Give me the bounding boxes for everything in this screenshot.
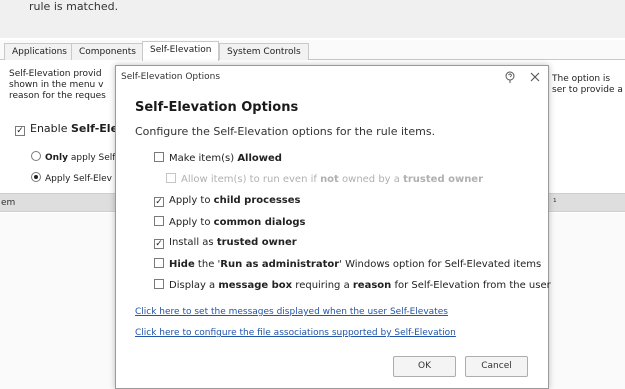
self-elevation-options-dialog: Self-Elevation Options Self-Elevation Op… xyxy=(115,65,551,389)
tab-system-controls[interactable]: System Controls xyxy=(219,43,309,60)
option-label: the ' xyxy=(194,259,221,270)
option-label: Display a xyxy=(169,280,219,291)
option-label-bold: reason xyxy=(352,280,392,291)
radio-only-label: apply Self xyxy=(68,153,116,163)
option-label-bold: trusted owner xyxy=(403,174,484,185)
tab-bar: Applications Components Self-Elevation S… xyxy=(0,40,625,61)
tab-self-elevation[interactable]: Self-Elevation xyxy=(142,41,220,61)
option-label-bold: child processes xyxy=(213,195,301,206)
dialog-title: Self-Elevation Options xyxy=(121,72,221,82)
enable-self-elevation-checkbox[interactable]: ✓ Enable Self-Elev xyxy=(15,122,115,136)
radio-selected-icon[interactable] xyxy=(31,172,41,182)
set-messages-link[interactable]: Click here to set the messages displayed… xyxy=(135,307,448,317)
cancel-button[interactable]: Cancel xyxy=(465,356,528,377)
option-label: requiring a xyxy=(292,280,353,291)
option-label-bold: common dialogs xyxy=(213,217,306,228)
message-box-checkbox[interactable] xyxy=(154,279,164,289)
apply-common-dialogs-option[interactable]: Apply to common dialogs xyxy=(154,216,306,228)
trusted-owner-checkbox[interactable]: ✓ xyxy=(154,239,164,249)
allow-run-not-owned-option: Allow item(s) to run even if not owned b… xyxy=(166,173,483,185)
list-header-left: em xyxy=(1,198,16,208)
description-line: ser to provide a xyxy=(552,85,623,95)
check-icon: ✓ xyxy=(155,197,163,207)
display-message-box-option[interactable]: Display a message box requiring a reason… xyxy=(154,279,551,291)
option-label-bold: message box xyxy=(218,280,293,291)
option-label-bold: trusted owner xyxy=(216,237,297,248)
dialog-subtitle: Configure the Self-Elevation options for… xyxy=(135,125,436,138)
hide-run-as-admin-checkbox[interactable] xyxy=(154,258,164,268)
description-line: Self-Elevation provid xyxy=(9,69,102,79)
tab-applications[interactable]: Applications xyxy=(4,43,75,60)
option-label-bold: Hide xyxy=(169,259,195,270)
enable-label: Enable xyxy=(30,122,71,135)
option-label: ' Windows option for Self-Elevated items xyxy=(339,259,542,270)
option-label: Install as xyxy=(169,237,217,248)
self-elevation-description: Self-Elevation provid shown in the menu … xyxy=(9,69,116,102)
dialog-titlebar[interactable]: Self-Elevation Options xyxy=(116,66,548,88)
allow-run-checkbox xyxy=(166,173,176,183)
make-allowed-checkbox[interactable] xyxy=(154,152,164,162)
help-icon[interactable] xyxy=(504,70,516,84)
option-label-bold: Allowed xyxy=(237,153,282,164)
self-elevation-description-right: The option is ser to provide a xyxy=(552,74,625,96)
option-label: Make item(s) xyxy=(169,153,238,164)
radio-apply-label: Apply Self-Elev xyxy=(45,174,112,184)
option-label-bold: Run as administrator xyxy=(220,259,340,270)
rule-matched-text: rule is matched. xyxy=(29,0,119,13)
background-header: rule is matched. xyxy=(0,0,625,38)
option-label: Apply to xyxy=(169,195,214,206)
checkbox-box[interactable]: ✓ xyxy=(15,126,25,136)
option-label: Allow item(s) to run even if xyxy=(181,174,321,185)
tab-components[interactable]: Components xyxy=(71,43,144,60)
file-associations-link[interactable]: Click here to configure the file associa… xyxy=(135,328,456,338)
make-allowed-option[interactable]: Make item(s) Allowed xyxy=(154,152,282,164)
dialog-heading: Self-Elevation Options xyxy=(135,100,299,115)
description-line: The option is xyxy=(552,74,611,84)
check-icon: ✓ xyxy=(155,239,163,249)
radio-only-apply[interactable]: Only apply Self xyxy=(31,151,116,163)
install-trusted-owner-option[interactable]: ✓ Install as trusted owner xyxy=(154,237,297,249)
close-icon[interactable] xyxy=(529,71,541,83)
enable-label-bold: Self-Elev xyxy=(70,122,115,135)
ok-button[interactable]: OK xyxy=(393,356,456,377)
description-line: reason for the reques xyxy=(9,91,106,101)
child-processes-checkbox[interactable]: ✓ xyxy=(154,197,164,207)
apply-child-processes-option[interactable]: ✓ Apply to child processes xyxy=(154,195,301,207)
radio-apply-self-elevation[interactable]: Apply Self-Elev xyxy=(31,172,116,184)
hide-run-as-admin-option[interactable]: Hide the 'Run as administrator' Windows … xyxy=(154,258,541,270)
option-label: for Self-Elevation from the user xyxy=(391,280,551,291)
option-label: owned by a xyxy=(338,174,404,185)
option-label: Apply to xyxy=(169,217,214,228)
check-icon: ✓ xyxy=(16,126,24,136)
list-header-right: ¹ xyxy=(553,198,557,208)
common-dialogs-checkbox[interactable] xyxy=(154,216,164,226)
description-line: shown in the menu v xyxy=(9,80,104,90)
option-label-bold: not xyxy=(320,174,339,185)
radio-only-bold: Only xyxy=(45,153,69,163)
radio-icon[interactable] xyxy=(31,151,41,161)
